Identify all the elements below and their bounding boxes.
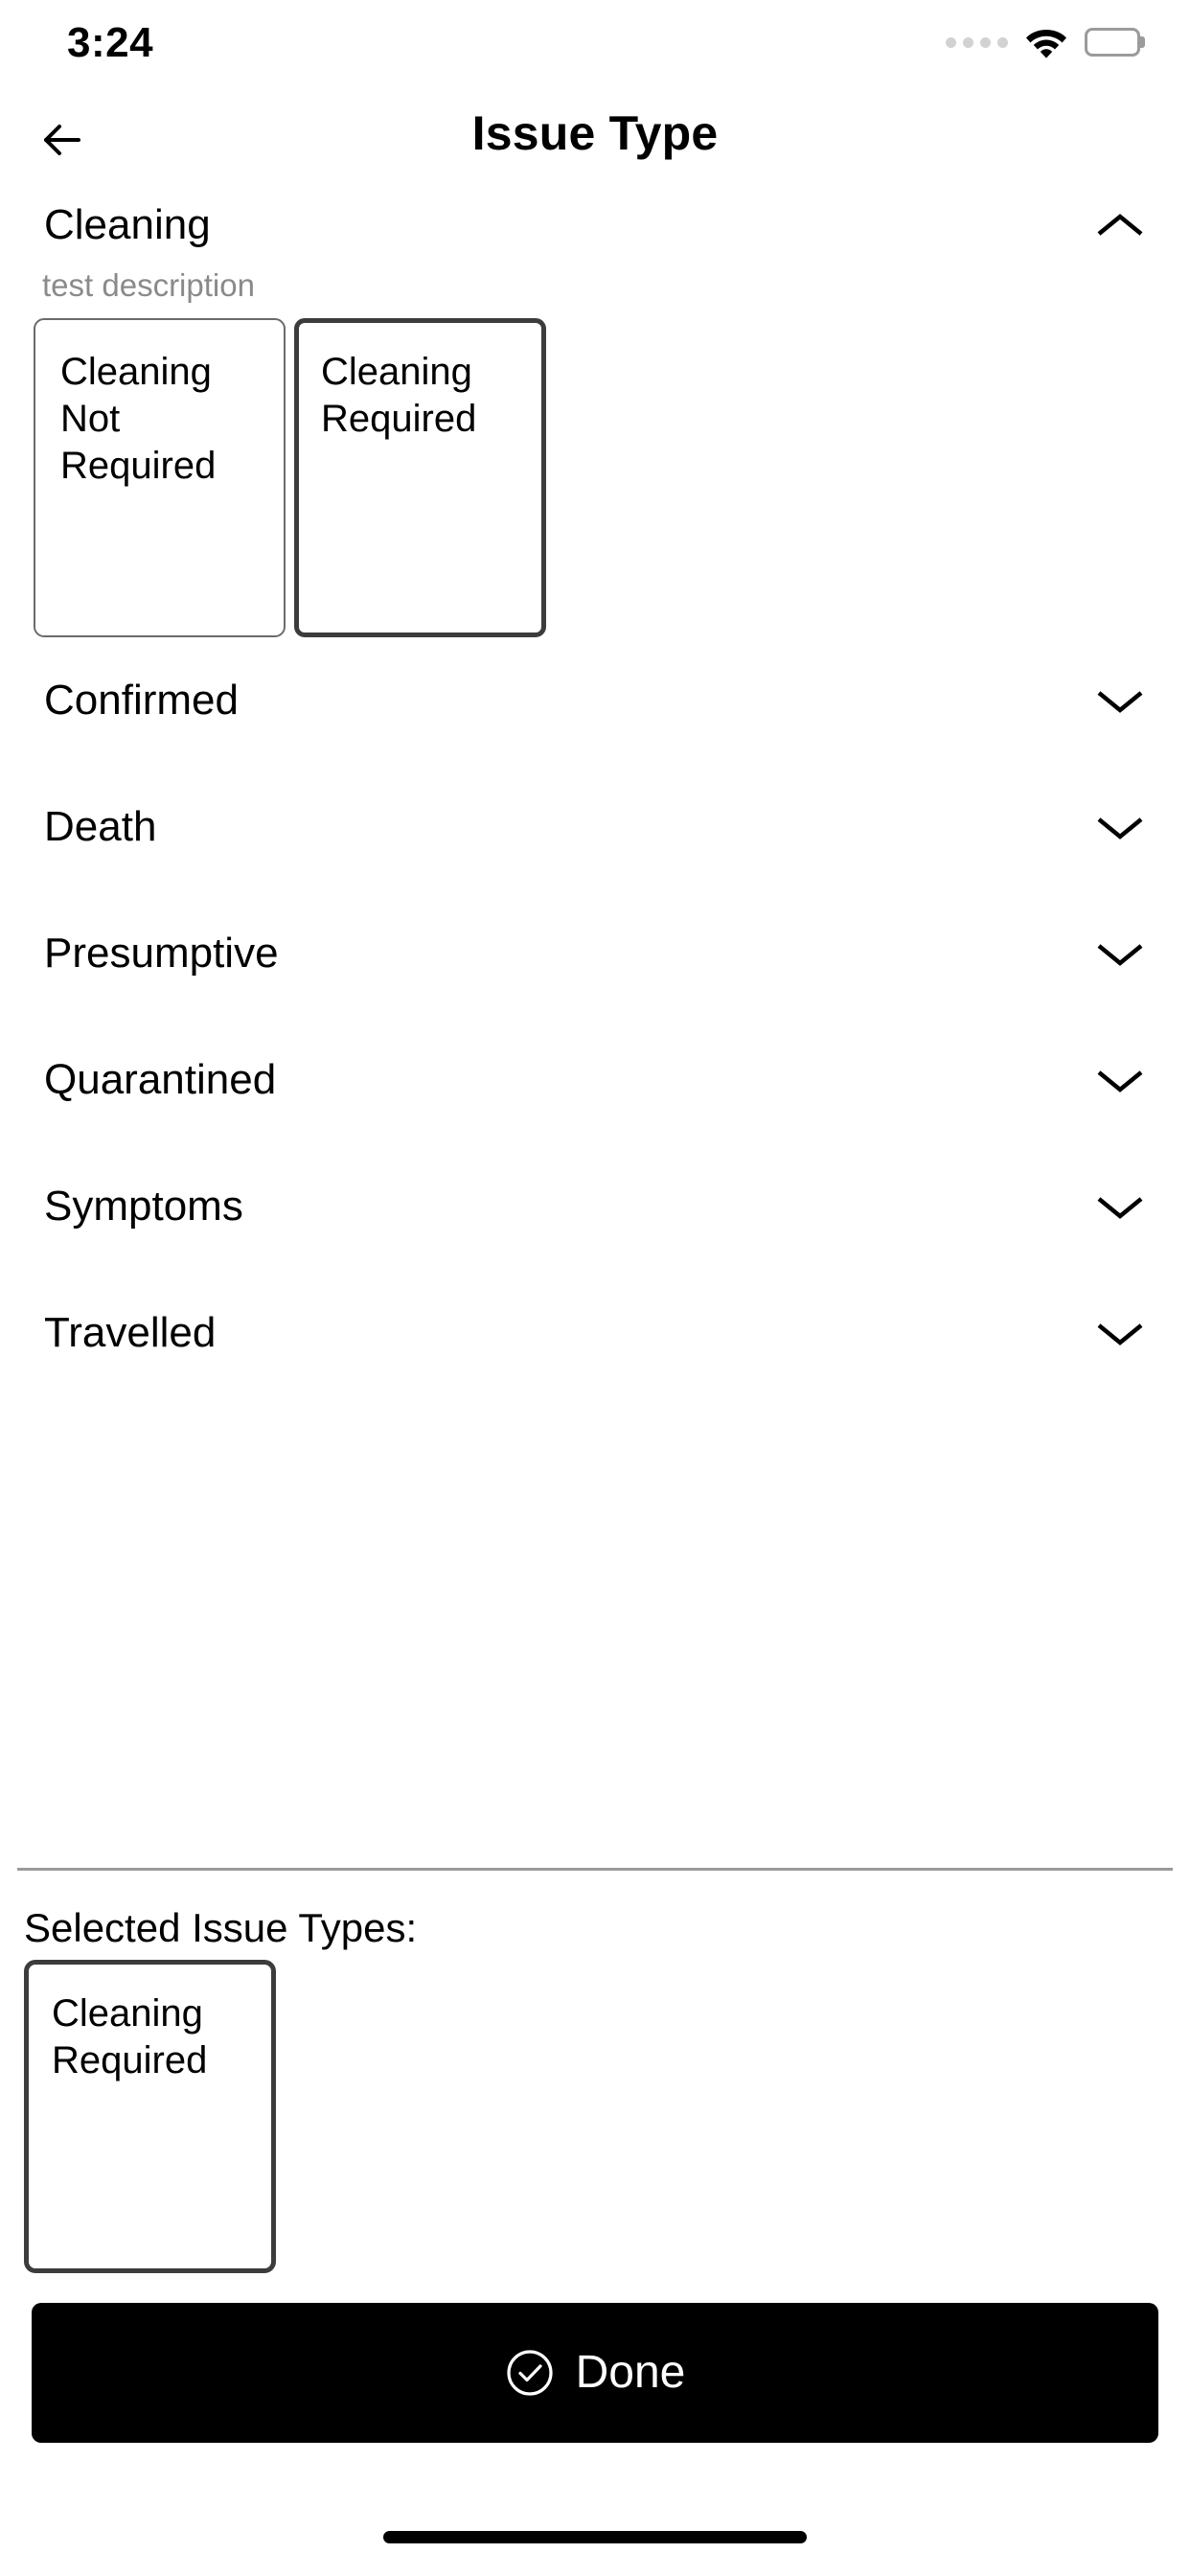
chevron-down-icon[interactable]	[1090, 924, 1150, 983]
wifi-icon	[1025, 26, 1067, 58]
group-header-cleaning[interactable]: Cleaning	[0, 188, 1190, 263]
chevron-down-icon[interactable]	[1090, 671, 1150, 730]
done-button[interactable]: Done	[32, 2303, 1158, 2443]
app-bar: Issue Type	[0, 92, 1190, 188]
status-time: 3:24	[67, 19, 154, 66]
selected-issue-types-label: Selected Issue Types:	[24, 1905, 418, 1950]
option-chip-cleaning-not-required[interactable]: Cleaning Not Required	[34, 318, 286, 638]
chevron-down-icon[interactable]	[1090, 1303, 1150, 1363]
group-header-confirmed[interactable]: Confirmed	[0, 637, 1190, 764]
group-header-symptoms[interactable]: Symptoms	[0, 1143, 1190, 1270]
signal-dots-icon	[946, 36, 1008, 48]
status-icons	[946, 21, 1145, 63]
group-header-travelled[interactable]: Travelled	[0, 1270, 1190, 1396]
group-header-quarantined[interactable]: Quarantined	[0, 1017, 1190, 1143]
option-chip-cleaning-required[interactable]: Cleaning Required	[294, 318, 546, 638]
app-screen: 3:24 Issue Type Cleaning test descriptio…	[0, 0, 1190, 2576]
group-title: Death	[44, 803, 157, 851]
chevron-down-icon[interactable]	[1090, 1177, 1150, 1236]
group-header-presumptive[interactable]: Presumptive	[0, 890, 1190, 1017]
group-description: test description	[42, 267, 255, 303]
home-indicator[interactable]	[383, 2531, 807, 2543]
done-button-label: Done	[575, 2347, 686, 2398]
section-divider	[17, 1868, 1173, 1871]
group-title: Confirmed	[44, 677, 239, 724]
group-title: Symptoms	[44, 1183, 243, 1230]
issue-type-list: Cleaning test description Cleaning Not R…	[0, 188, 1190, 1396]
group-title: Quarantined	[44, 1056, 277, 1104]
group-title: Travelled	[44, 1309, 217, 1357]
status-bar: 3:24	[0, 0, 1190, 92]
selected-chip-cleaning-required[interactable]: Cleaning Required	[24, 1960, 276, 2273]
group-title: Cleaning	[44, 201, 211, 248]
selected-issue-types-list: Cleaning Required	[24, 1960, 276, 2273]
chevron-up-icon[interactable]	[1090, 196, 1150, 255]
chevron-down-icon[interactable]	[1090, 797, 1150, 857]
battery-full-icon	[1085, 27, 1145, 58]
check-circle-icon	[505, 2348, 555, 2398]
group-title: Presumptive	[44, 930, 279, 978]
chevron-down-icon[interactable]	[1090, 1050, 1150, 1110]
group-header-death[interactable]: Death	[0, 764, 1190, 890]
option-chip-group: Cleaning Not Required Cleaning Required	[0, 303, 1190, 638]
page-title: Issue Type	[471, 106, 719, 160]
